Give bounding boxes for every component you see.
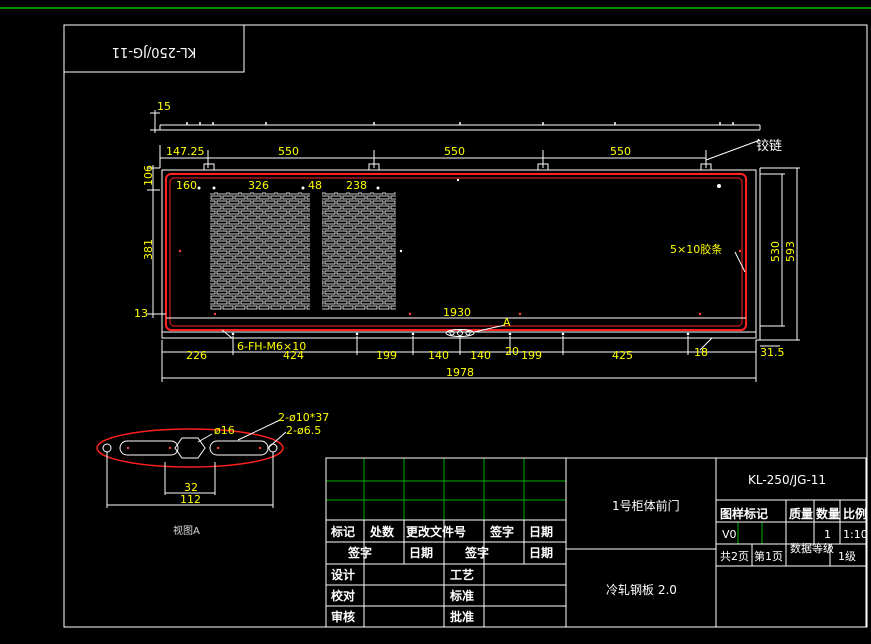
dim-hinge-1: 550 — [278, 145, 299, 158]
dim-right-bottom: 31.5 — [760, 346, 785, 359]
tb-h1-1: 处数 — [369, 524, 395, 539]
tb-version: V0 — [722, 528, 737, 541]
dim-left-bottom: 13 — [134, 307, 148, 320]
tb-drawing-no: KL-250/JG-11 — [748, 473, 826, 487]
tb-sheet-no: 第1页 — [754, 549, 783, 563]
tb-check: 校对 — [331, 588, 355, 603]
tb-col-3: 比例 — [843, 506, 867, 521]
tb-h1-2: 更改文件号 — [406, 524, 466, 539]
tb-col-2: 数量 — [816, 506, 840, 521]
dim-hinge-0: 147.25 — [166, 145, 205, 158]
cad-drawing-canvas[interactable]: KL-250/JG-11 15 147.25 550 550 550 铰链 10… — [0, 0, 871, 644]
louver-grille-right — [322, 192, 396, 310]
gasket-label: 5×10胶条 — [670, 242, 722, 256]
dim-left-top: 106 — [142, 165, 155, 186]
tb-part-name: 1号柜体前门 — [612, 498, 680, 513]
dim-bottom-0: 226 — [186, 349, 207, 362]
dim-bottom-2: 199 — [376, 349, 397, 362]
tb-h2-0: 签字 — [347, 545, 372, 560]
tb-h2-3: 日期 — [529, 545, 553, 560]
dim-bottom-6: 199 — [521, 349, 542, 362]
detail-marker-a: A — [503, 316, 511, 329]
center-hole-label: ø16 — [214, 424, 235, 437]
tb-sheets-total: 共2页 — [720, 550, 749, 563]
tb-h2-1: 日期 — [409, 545, 433, 560]
dim-bottom-4: 140 — [470, 349, 491, 362]
tb-h1-0: 标记 — [330, 524, 355, 539]
hinge-label: 铰链 — [756, 139, 782, 154]
hole-label: 2-ø6.5 — [286, 424, 321, 437]
dim-bottom-1: 424 — [283, 349, 304, 362]
dim-left-mid: 381 — [142, 239, 155, 260]
dim-view-a-outer: 112 — [180, 493, 201, 506]
tb-scale: 1:10 — [843, 528, 868, 541]
tb-review: 审核 — [331, 609, 355, 624]
slot-label: 2-ø10*37 — [278, 411, 329, 424]
tb-material: 冷轧钢板 2.0 — [606, 583, 677, 597]
tb-data-level: 1级 — [838, 550, 856, 563]
dim-right-outer: 593 — [784, 241, 797, 262]
tb-h2-2: 签字 — [464, 545, 489, 560]
tb-design: 设计 — [331, 567, 355, 582]
dim-bottom-3: 140 — [428, 349, 449, 362]
dim-right-inner: 530 — [769, 241, 782, 262]
dim-inner-c: 48 — [308, 179, 322, 192]
dim-inner-b: 326 — [248, 179, 269, 192]
tb-quantity: 1 — [824, 528, 831, 541]
tb-col-1: 质量 — [789, 506, 813, 521]
dim-hinge-3: 550 — [610, 145, 631, 158]
dim-bottom-8: 18 — [694, 346, 708, 359]
dim-hinge-2: 550 — [444, 145, 465, 158]
tb-data-level-label: 数据等级 — [790, 541, 834, 555]
dim-width-inner: 1930 — [443, 306, 471, 319]
stamp-box: KL-250/JG-11 — [63, 24, 245, 73]
dim-thickness: 15 — [157, 100, 171, 113]
tb-approve: 批准 — [450, 609, 474, 624]
louver-grille-left — [210, 192, 310, 310]
tb-h1-4: 日期 — [529, 524, 553, 539]
tb-process: 工艺 — [450, 567, 474, 582]
stamp-text: KL-250/JG-11 — [112, 44, 197, 59]
tb-col-0: 图样标记 — [720, 506, 768, 521]
top-view — [150, 110, 761, 133]
dim-bottom-7: 425 — [612, 349, 633, 362]
dim-overall-width: 1978 — [446, 366, 474, 379]
tb-h1-3: 签字 — [489, 524, 514, 539]
dim-bottom-5: 20 — [505, 345, 519, 358]
dim-inner-a: 160 — [176, 179, 197, 192]
tb-standard: 标准 — [449, 588, 474, 603]
dim-inner-d: 238 — [346, 179, 367, 192]
view-a-title: 视图A — [173, 524, 200, 537]
